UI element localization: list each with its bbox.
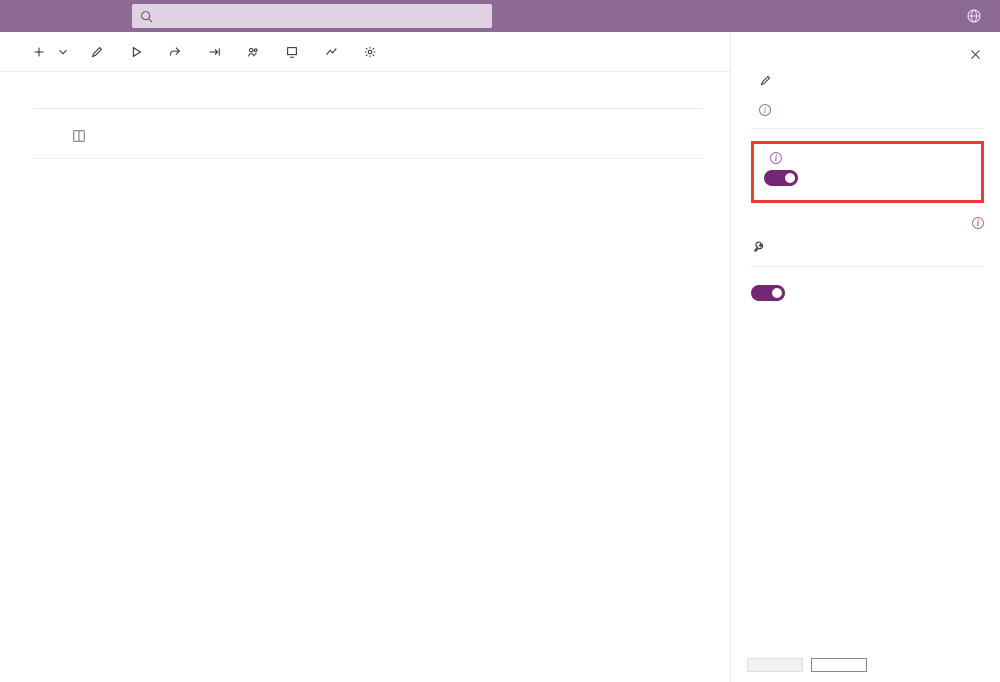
share-icon <box>168 45 182 59</box>
monitor-button[interactable] <box>277 41 312 63</box>
close-icon <box>969 48 982 61</box>
settings-button[interactable] <box>355 41 390 63</box>
share-button[interactable] <box>160 41 195 63</box>
play-icon <box>129 45 143 59</box>
col-modified[interactable] <box>333 117 493 159</box>
chevron-down-icon <box>56 45 70 59</box>
pencil-icon <box>759 74 772 87</box>
preload-toggle[interactable] <box>751 285 785 301</box>
column-chooser-icon[interactable] <box>72 129 86 143</box>
perapp-toggle[interactable] <box>764 170 798 186</box>
save-button[interactable] <box>747 658 803 672</box>
new-app-button[interactable] <box>24 41 78 63</box>
info-icon[interactable]: i <box>770 152 782 164</box>
gear-icon <box>363 45 377 59</box>
edit-button[interactable] <box>82 41 117 63</box>
search-input[interactable] <box>153 8 484 24</box>
search-icon <box>140 10 153 23</box>
pencil-icon <box>90 45 104 59</box>
add-to-teams-button[interactable] <box>238 41 273 63</box>
teams-icon <box>246 45 260 59</box>
monitor-icon <box>285 45 299 59</box>
col-name[interactable] <box>94 117 303 159</box>
analytics-button[interactable] <box>316 41 351 63</box>
command-bar <box>0 32 730 72</box>
info-icon[interactable]: i <box>759 104 771 116</box>
top-bar <box>0 0 1000 32</box>
globe-icon <box>966 8 982 24</box>
export-button[interactable] <box>199 41 234 63</box>
export-icon <box>207 45 221 59</box>
app-settings-pane: i i i <box>730 32 1000 682</box>
col-owner[interactable] <box>493 117 702 159</box>
per-app-licenses-highlight: i <box>751 141 984 203</box>
setup-payg-link[interactable] <box>751 239 984 254</box>
environment-indicator[interactable] <box>966 8 988 24</box>
info-icon[interactable]: i <box>972 217 984 229</box>
plus-icon <box>32 45 46 59</box>
edit-appname-button[interactable] <box>759 74 772 90</box>
search-box[interactable] <box>132 4 492 28</box>
setup-icon <box>751 239 766 254</box>
analytics-icon <box>324 45 338 59</box>
cancel-button[interactable] <box>811 658 867 672</box>
close-button[interactable] <box>967 46 984 66</box>
play-button[interactable] <box>121 41 156 63</box>
apps-tabs <box>34 92 702 109</box>
apps-table <box>34 117 702 159</box>
